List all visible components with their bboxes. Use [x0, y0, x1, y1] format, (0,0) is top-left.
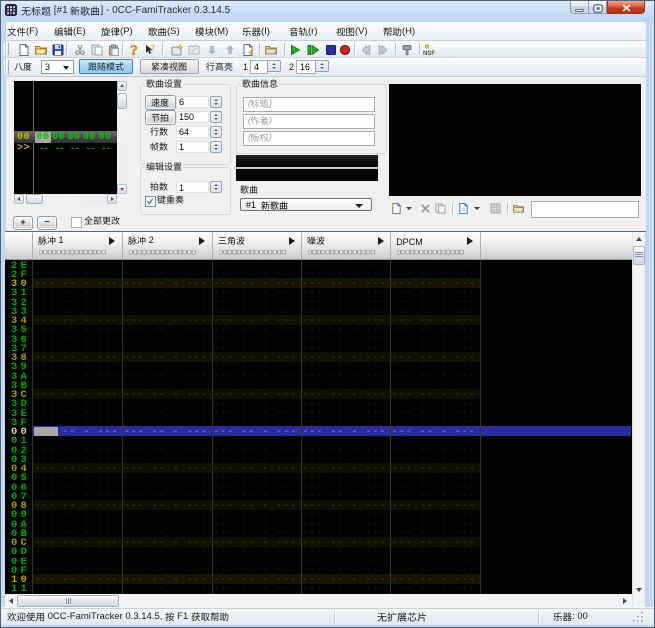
svg-text:?: ?	[130, 44, 138, 56]
svg-text:?: ?	[151, 44, 155, 52]
svg-text:NSF: NSF	[423, 51, 435, 56]
